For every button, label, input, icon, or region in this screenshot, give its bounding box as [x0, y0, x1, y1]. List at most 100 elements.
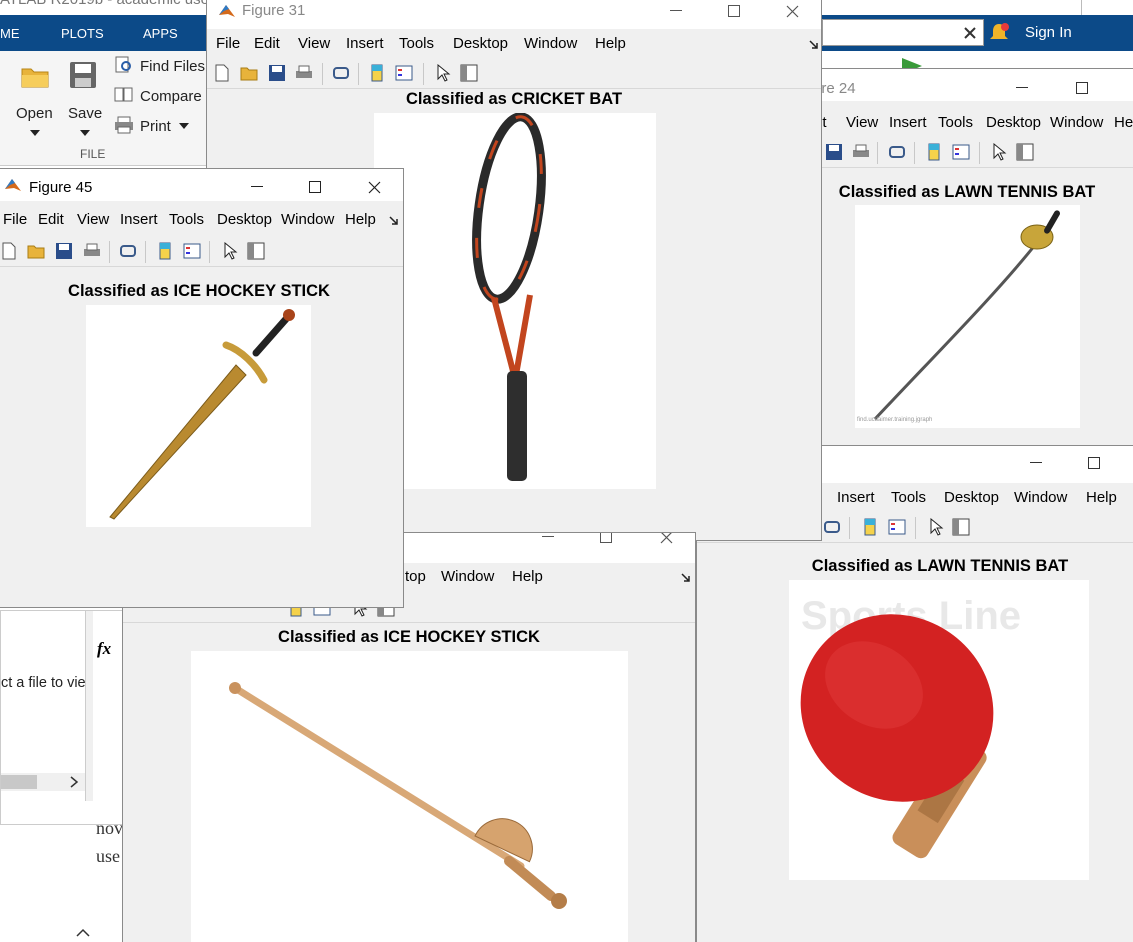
cursor-icon[interactable]: [927, 518, 945, 536]
legend-icon[interactable]: [183, 242, 201, 260]
menu-window[interactable]: Window: [1014, 489, 1067, 506]
link-plot-icon[interactable]: [888, 143, 906, 161]
link-plot-icon[interactable]: [119, 242, 137, 260]
close-icon: [786, 5, 798, 17]
figure-window-24[interactable]: ure 24 it View Insert Tools Desktop Wind…: [812, 68, 1133, 446]
open-file-icon[interactable]: [240, 64, 258, 82]
colorbar-icon[interactable]: [368, 64, 386, 82]
close-button[interactable]: [345, 171, 403, 203]
menu-insert[interactable]: Insert: [837, 489, 875, 506]
menu-edit[interactable]: Edit: [38, 211, 64, 228]
scrollbar-thumb[interactable]: [1, 775, 37, 789]
save-figure-icon[interactable]: [268, 64, 286, 82]
menu-help[interactable]: Help: [512, 568, 543, 585]
compare-button[interactable]: Compare: [114, 86, 212, 108]
menu-insert[interactable]: Insert: [346, 35, 384, 52]
menu-help[interactable]: Help: [345, 211, 376, 228]
menu-desktop[interactable]: Desktop: [217, 211, 272, 228]
menu-window[interactable]: Window: [441, 568, 494, 585]
menu-window[interactable]: Window: [281, 211, 334, 228]
menu-tools[interactable]: Tools: [891, 489, 926, 506]
menu-file[interactable]: File: [3, 211, 27, 228]
menu-insert[interactable]: Insert: [889, 114, 927, 131]
menu-window[interactable]: Window: [524, 35, 577, 52]
minimize-button[interactable]: [519, 533, 577, 553]
menu-desktop[interactable]: Desktop: [986, 114, 1041, 131]
chevron-right-icon[interactable]: [69, 776, 79, 788]
menu-tools[interactable]: Tools: [938, 114, 973, 131]
print-figure-icon[interactable]: [295, 64, 313, 82]
menu-desktop[interactable]: Desktop: [453, 35, 508, 52]
maximize-button[interactable]: [1065, 447, 1123, 479]
cursor-icon[interactable]: [990, 143, 1008, 161]
matlab-window-controls: [822, 0, 1082, 15]
menu-tools[interactable]: Tools: [169, 211, 204, 228]
colorbar-icon[interactable]: [156, 242, 174, 260]
matlab-logo-icon: [219, 5, 235, 17]
menu-view[interactable]: View: [846, 114, 878, 131]
notification-bell-icon[interactable]: [988, 22, 1010, 44]
open-button[interactable]: Open: [14, 59, 56, 137]
property-inspector-icon[interactable]: [952, 518, 970, 536]
print-button[interactable]: Print: [114, 116, 212, 138]
maximize-button[interactable]: [705, 0, 763, 27]
search-input[interactable]: [822, 19, 984, 46]
save-button[interactable]: Save: [64, 59, 106, 137]
legend-icon[interactable]: [395, 64, 413, 82]
save-figure-icon[interactable]: [825, 143, 843, 161]
new-figure-icon[interactable]: [0, 242, 18, 260]
close-button[interactable]: [637, 533, 695, 553]
tab-home[interactable]: ME: [0, 26, 20, 41]
tab-plots[interactable]: PLOTS: [61, 26, 104, 41]
horizontal-scrollbar[interactable]: [1, 773, 85, 791]
menu-edit[interactable]: Edit: [254, 35, 280, 52]
tab-apps[interactable]: APPS: [143, 26, 178, 41]
maximize-button[interactable]: [1053, 72, 1111, 104]
sign-in-button[interactable]: Sign In: [1025, 24, 1072, 41]
menu-help[interactable]: Help: [595, 35, 626, 52]
menu-tools[interactable]: Tools: [399, 35, 434, 52]
maximize-button[interactable]: [577, 533, 635, 553]
figure-window-45[interactable]: Figure 45 File Edit View Insert Tools De…: [0, 168, 404, 608]
maximize-button[interactable]: [286, 171, 344, 203]
menu-file[interactable]: File: [216, 35, 240, 52]
window-title: Figure 45: [29, 179, 93, 196]
menu-insert[interactable]: Insert: [120, 211, 158, 228]
toolbar-separator: [322, 63, 323, 85]
cursor-icon[interactable]: [221, 242, 239, 260]
minimize-button[interactable]: [228, 171, 286, 203]
chevron-up-icon[interactable]: [76, 928, 90, 938]
print-figure-icon[interactable]: [83, 242, 101, 260]
dock-arrow-icon[interactable]: [389, 216, 399, 226]
open-file-icon[interactable]: [27, 242, 45, 260]
close-button[interactable]: [763, 0, 821, 27]
clear-search-icon[interactable]: [962, 25, 978, 41]
menu-help[interactable]: Help: [1086, 489, 1117, 506]
property-inspector-icon[interactable]: [1016, 143, 1034, 161]
property-inspector-icon[interactable]: [247, 242, 265, 260]
minimize-button[interactable]: [1007, 447, 1065, 479]
dock-arrow-icon[interactable]: [681, 573, 691, 583]
find-files-button[interactable]: Find Files: [114, 56, 212, 78]
link-plot-icon[interactable]: [823, 518, 841, 536]
minimize-button[interactable]: [647, 0, 705, 27]
menu-view[interactable]: View: [77, 211, 109, 228]
colorbar-icon[interactable]: [925, 143, 943, 161]
menu-help-partial[interactable]: He: [1114, 114, 1133, 131]
legend-icon[interactable]: [952, 143, 970, 161]
minimize-button[interactable]: [993, 72, 1051, 104]
menu-view[interactable]: View: [298, 35, 330, 52]
toolbar-separator: [145, 241, 146, 263]
dock-arrow-icon[interactable]: [809, 40, 819, 50]
legend-icon[interactable]: [888, 518, 906, 536]
new-figure-icon[interactable]: [213, 64, 231, 82]
colorbar-icon[interactable]: [861, 518, 879, 536]
cursor-icon[interactable]: [434, 64, 452, 82]
property-inspector-icon[interactable]: [460, 64, 478, 82]
menu-desktop[interactable]: Desktop: [944, 489, 999, 506]
save-figure-icon[interactable]: [55, 242, 73, 260]
print-figure-icon[interactable]: [852, 143, 870, 161]
link-plot-icon[interactable]: [332, 64, 350, 82]
menu-window[interactable]: Window: [1050, 114, 1103, 131]
menu-desktop-partial[interactable]: top: [405, 568, 426, 585]
